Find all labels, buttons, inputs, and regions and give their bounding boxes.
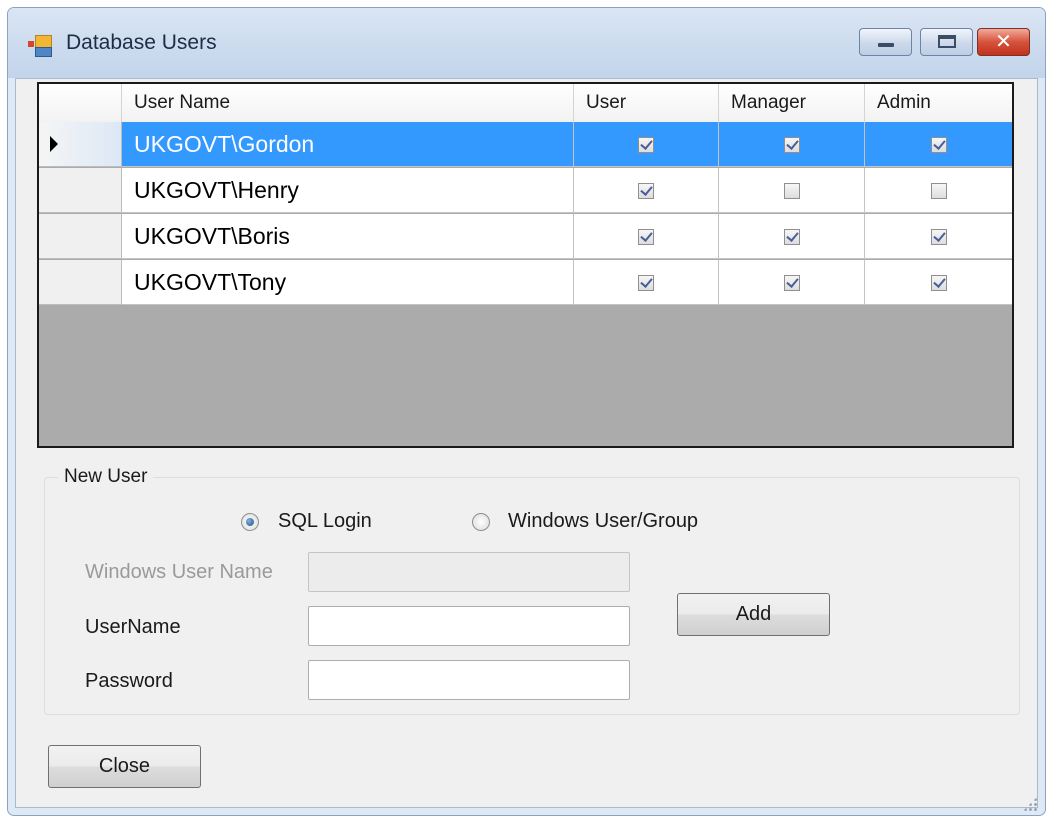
user-role-checkbox[interactable] bbox=[638, 275, 654, 291]
user-role-cell bbox=[574, 168, 719, 213]
new-user-group-title: New User bbox=[58, 466, 154, 488]
admin-role-checkbox[interactable] bbox=[931, 229, 947, 245]
admin-role-checkbox[interactable] bbox=[931, 183, 947, 199]
column-header-manager[interactable]: Manager bbox=[719, 84, 865, 122]
user-role-cell bbox=[574, 122, 719, 167]
minimize-button[interactable] bbox=[859, 28, 912, 56]
manager-role-cell bbox=[719, 122, 865, 167]
table-row[interactable]: UKGOVT\Gordon bbox=[39, 122, 1012, 168]
user-name-cell[interactable]: UKGOVT\Tony bbox=[122, 260, 574, 305]
user-role-checkbox[interactable] bbox=[638, 137, 654, 153]
user-role-checkbox[interactable] bbox=[638, 183, 654, 199]
add-button[interactable]: Add bbox=[677, 593, 830, 636]
admin-role-checkbox[interactable] bbox=[931, 137, 947, 153]
minimize-icon bbox=[878, 43, 894, 47]
grid-corner-header bbox=[39, 84, 122, 122]
row-header[interactable] bbox=[39, 168, 122, 213]
close-window-button[interactable]: ✕ bbox=[977, 28, 1030, 56]
manager-role-cell bbox=[719, 168, 865, 213]
users-grid[interactable]: User Name User Manager Admin UKGOVT\Gord… bbox=[37, 82, 1014, 448]
manager-role-checkbox[interactable] bbox=[784, 275, 800, 291]
admin-role-cell bbox=[865, 260, 1012, 305]
table-row[interactable]: UKGOVT\Tony bbox=[39, 260, 1012, 306]
password-label: Password bbox=[85, 670, 173, 692]
windows-user-group-label[interactable]: Windows User/Group bbox=[508, 510, 698, 533]
maximize-icon bbox=[938, 35, 956, 48]
user-name-cell[interactable]: UKGOVT\Boris bbox=[122, 214, 574, 259]
column-header-user-name[interactable]: User Name bbox=[122, 84, 574, 122]
window-title: Database Users bbox=[66, 31, 217, 54]
table-row[interactable]: UKGOVT\Henry bbox=[39, 168, 1012, 214]
user-role-checkbox[interactable] bbox=[638, 229, 654, 245]
admin-role-checkbox[interactable] bbox=[931, 275, 947, 291]
row-header[interactable] bbox=[39, 214, 122, 259]
username-input[interactable] bbox=[308, 606, 630, 646]
manager-role-checkbox[interactable] bbox=[784, 183, 800, 199]
row-header[interactable] bbox=[39, 122, 122, 167]
windows-user-name-label: Windows User Name bbox=[85, 561, 273, 583]
windows-user-group-radio[interactable] bbox=[472, 513, 490, 531]
close-icon: ✕ bbox=[995, 31, 1012, 53]
sql-login-label[interactable]: SQL Login bbox=[278, 510, 372, 533]
manager-role-checkbox[interactable] bbox=[784, 229, 800, 245]
sql-login-radio[interactable] bbox=[241, 513, 259, 531]
manager-role-checkbox[interactable] bbox=[784, 137, 800, 153]
manager-role-cell bbox=[719, 260, 865, 305]
table-row[interactable]: UKGOVT\Boris bbox=[39, 214, 1012, 260]
app-window-icon bbox=[28, 33, 52, 57]
username-label: UserName bbox=[85, 616, 181, 638]
admin-role-cell bbox=[865, 214, 1012, 259]
manager-role-cell bbox=[719, 214, 865, 259]
admin-role-cell bbox=[865, 122, 1012, 167]
column-header-admin[interactable]: Admin bbox=[865, 84, 1012, 122]
windows-user-name-input[interactable] bbox=[308, 552, 630, 592]
user-name-cell[interactable]: UKGOVT\Gordon bbox=[122, 122, 574, 167]
close-button[interactable]: Close bbox=[48, 745, 201, 788]
password-input[interactable] bbox=[308, 660, 630, 700]
maximize-button[interactable] bbox=[920, 28, 973, 56]
column-header-user[interactable]: User bbox=[574, 84, 719, 122]
admin-role-cell bbox=[865, 168, 1012, 213]
user-role-cell bbox=[574, 214, 719, 259]
current-row-arrow-icon bbox=[50, 136, 58, 152]
row-header[interactable] bbox=[39, 260, 122, 305]
user-role-cell bbox=[574, 260, 719, 305]
grid-header: User Name User Manager Admin bbox=[39, 84, 1012, 123]
title-bar[interactable]: Database Users ✕ bbox=[8, 8, 1045, 78]
user-name-cell[interactable]: UKGOVT\Henry bbox=[122, 168, 574, 213]
